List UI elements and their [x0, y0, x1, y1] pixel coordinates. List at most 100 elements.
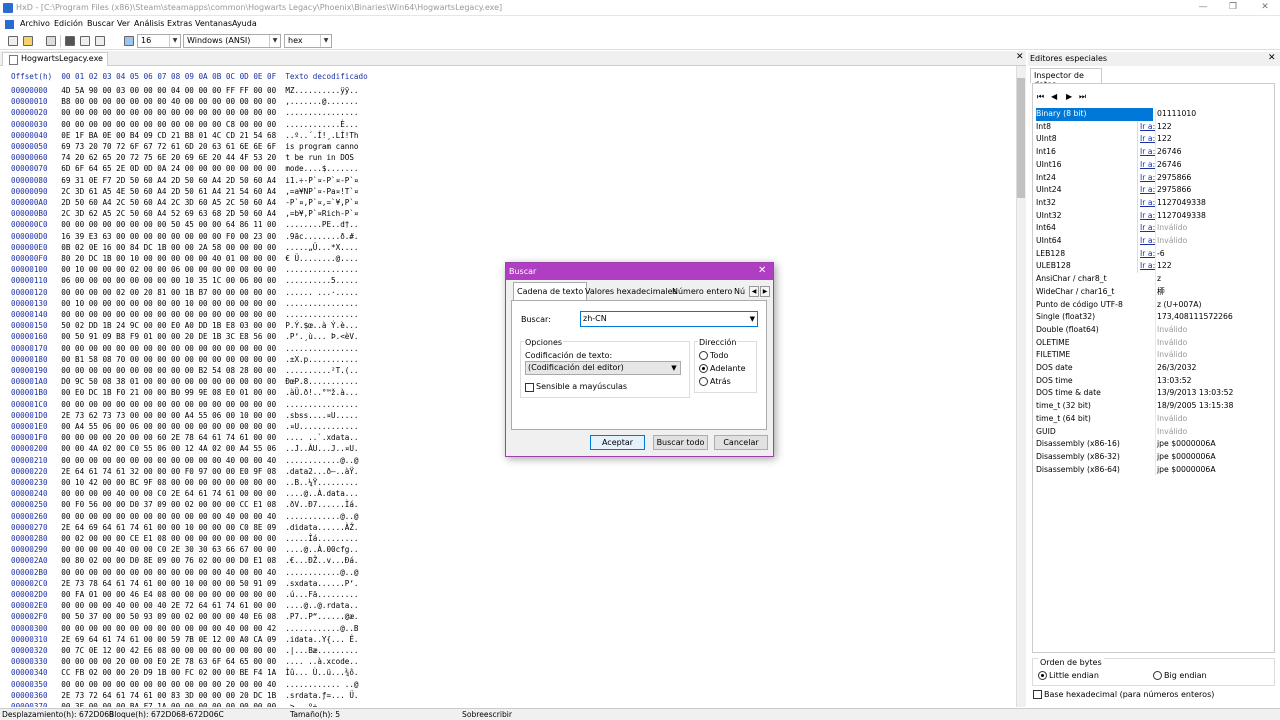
hex-row-bytes[interactable]: 4D 5A 90 00 03 00 00 00 04 00 00 00 FF F…	[61, 86, 276, 95]
hex-row-bytes[interactable]: 00 00 00 00 40 00 00 40 2E 72 64 61 74 6…	[61, 601, 276, 610]
inspector-row-value[interactable]: 桺	[1155, 285, 1165, 299]
hex-row-bytes[interactable]: 2C 3D 62 A5 2C 50 60 A4 52 69 63 68 2D 5…	[61, 209, 276, 218]
hex-row-text[interactable]: .....Îá.........	[285, 534, 358, 543]
hex-row-text[interactable]: .idata..Y{... Ê.	[285, 635, 358, 644]
tab-hex-values[interactable]: Valores hexadecimales	[582, 284, 680, 300]
hex-row-bytes[interactable]: 00 00 00 00 00 00 00 00 00 00 00 00 40 0…	[61, 512, 276, 521]
inspector-row[interactable]: Single (float32) 173,408111572266	[1033, 311, 1273, 324]
hex-row[interactable]: 00000200 00 00 4A 02 00 C0 55 06 00 12 4…	[11, 443, 359, 454]
hex-row[interactable]: 00000140 00 00 00 00 00 00 00 00 00 00 0…	[11, 309, 359, 320]
hex-row[interactable]: 00000370 00 3E 00 00 00 BA F7 1A 00 00 0…	[11, 701, 359, 707]
inspector-row-value[interactable]: z	[1155, 273, 1161, 286]
hex-row-bytes[interactable]: B8 00 00 00 00 00 00 00 40 00 00 00 00 0…	[61, 97, 276, 106]
hex-row-text[interactable]: -P`¤,P`¤,=`¥,P`¤	[285, 198, 358, 207]
hex-row-bytes[interactable]: 00 10 00 00 00 02 00 00 06 00 00 00 00 0…	[61, 265, 276, 274]
hex-row[interactable]: 000000C0 00 00 00 00 00 00 00 00 50 45 0…	[11, 219, 359, 230]
goto-link[interactable]: Ir a:	[1137, 158, 1155, 172]
menu-extras[interactable]: Extras	[164, 18, 195, 29]
hex-row-bytes[interactable]: 00 10 42 00 00 BC 9F 08 00 00 00 00 00 0…	[61, 478, 276, 487]
hex-row[interactable]: 00000070 6D 6F 64 65 2E 0D 0D 0A 24 00 0…	[11, 163, 359, 174]
inspector-row-value[interactable]: 01111010	[1155, 108, 1196, 121]
inspector-row[interactable]: UInt24 Ir a: 2975866	[1033, 184, 1273, 197]
inspector-row[interactable]: DOS time & date 13/9/2013 13:03:52	[1033, 387, 1273, 401]
hex-row-text[interactable]: ..........5.....	[285, 276, 358, 285]
hex-row[interactable]: 00000050 69 73 20 70 72 6F 67 72 61 6D 2…	[11, 141, 359, 152]
hex-row[interactable]: 00000220 2E 64 61 74 61 32 00 00 00 F0 9…	[11, 466, 359, 477]
hex-row-text[interactable]: .sxdata......P‘.	[285, 579, 358, 588]
hex-base-checkbox[interactable]	[1033, 690, 1042, 699]
hex-row-bytes[interactable]: 2E 64 69 64 61 74 61 00 00 10 00 00 00 C…	[61, 523, 276, 532]
hex-row-bytes[interactable]: 00 00 00 00 20 00 00 E0 2E 78 63 6F 64 6…	[61, 657, 276, 666]
hex-row[interactable]: 00000260 00 00 00 00 00 00 00 00 00 00 0…	[11, 511, 359, 522]
hex-row-text[interactable]: .... ..à.xcode..	[285, 657, 358, 666]
hex-row-text[interactable]: ............@..B	[285, 624, 358, 633]
hex-row-bytes[interactable]: 00 00 00 00 00 00 00 00 00 00 00 00 00 0…	[61, 108, 276, 117]
hex-row-bytes[interactable]: 00 50 37 00 00 50 93 09 00 02 00 00 00 4…	[61, 612, 276, 621]
hex-row[interactable]: 00000360 2E 73 72 64 61 74 61 00 83 3D 0…	[11, 690, 359, 701]
hex-row-text[interactable]: .±X.p...........	[285, 355, 358, 364]
hex-row-text[interactable]: ..J..ÀU...J..¤U.	[285, 444, 358, 453]
inspector-row[interactable]: UInt16 Ir a: 26746	[1033, 158, 1273, 172]
hex-row[interactable]: 000000A0 2D 50 60 A4 2C 50 60 A4 2C 3D 6…	[11, 197, 359, 208]
hex-row[interactable]: 00000080 69 31 0E F7 2D 50 60 A4 2D 50 6…	[11, 175, 359, 186]
inspector-row[interactable]: time_t (32 bit) 18/9/2005 13:15:38	[1033, 400, 1273, 413]
hex-row[interactable]: 00000320 00 7C 0E 12 00 42 E6 08 00 00 0…	[11, 645, 359, 656]
hex-row[interactable]: 00000000 4D 5A 90 00 03 00 00 00 04 00 0…	[11, 85, 359, 96]
inspector-row-value[interactable]: 26746	[1155, 146, 1181, 159]
find-all-button[interactable]: Buscar todo	[653, 435, 708, 450]
hex-row[interactable]: 00000010 B8 00 00 00 00 00 00 00 40 00 0…	[11, 96, 359, 107]
hex-row[interactable]: 00000240 00 00 00 00 40 00 00 C0 2E 64 6…	[11, 488, 359, 499]
hex-row[interactable]: 00000180 00 B1 58 08 70 00 00 00 00 00 0…	[11, 354, 359, 365]
accept-button[interactable]: Aceptar	[590, 435, 645, 450]
hex-row-bytes[interactable]: 00 FA 01 00 00 46 E4 08 00 00 00 00 00 0…	[61, 590, 276, 599]
hex-row-bytes[interactable]: 2E 73 62 73 73 00 00 00 00 A4 55 06 00 1…	[61, 411, 276, 420]
hex-row[interactable]: 000002F0 00 50 37 00 00 50 93 09 00 02 0…	[11, 611, 359, 622]
hex-row[interactable]: 00000160 00 50 91 09 B8 F9 01 00 00 20 D…	[11, 331, 359, 342]
hex-row-bytes[interactable]: 00 10 00 00 00 00 00 00 00 10 00 00 00 0…	[61, 299, 276, 308]
hex-row-bytes[interactable]: 50 02 DD 1B 24 9C 00 00 E0 A0 DD 1B E8 0…	[61, 321, 276, 330]
previous-icon[interactable]: ◀	[1051, 92, 1057, 101]
tab-scroll-left-icon[interactable]: ◀	[749, 286, 759, 297]
inspector-row[interactable]: Int8 Ir a: 122	[1033, 120, 1273, 134]
tab-scroll-right-icon[interactable]: ▶	[760, 286, 770, 297]
open-folder-icon[interactable]	[23, 36, 33, 46]
hex-row-text[interactable]: ............@..@	[285, 456, 358, 465]
hex-row-text[interactable]: ............ ..@	[285, 680, 358, 689]
hex-row-bytes[interactable]: 00 00 00 00 40 00 00 C0 2E 30 30 63 66 6…	[61, 545, 276, 554]
hex-row-bytes[interactable]: 00 00 00 00 00 00 00 00 00 00 B2 54 08 2…	[61, 366, 276, 375]
hex-row[interactable]: 000001E0 00 A4 55 06 00 06 00 00 00 00 0…	[11, 421, 359, 432]
goto-link[interactable]: Ir a:	[1137, 171, 1155, 185]
hex-row-bytes[interactable]: CC FB 02 00 00 20 D9 1B 00 FC 02 00 00 B…	[61, 668, 276, 677]
hex-row[interactable]: 00000310 2E 69 64 61 74 61 00 00 59 7B 0…	[11, 634, 359, 645]
goto-link[interactable]: Ir a:	[1137, 146, 1155, 159]
goto-link[interactable]: Ir a:	[1137, 209, 1155, 223]
save-icon[interactable]	[46, 36, 56, 46]
hex-row-text[interactable]: .... ..`.xdata..	[285, 433, 358, 442]
hex-row[interactable]: 000001F0 00 00 00 00 20 00 00 60 2E 78 6…	[11, 432, 359, 443]
hex-row-text[interactable]: .>...º÷.........	[285, 702, 358, 707]
inspector-row[interactable]: DOS time 13:03:52	[1033, 374, 1273, 388]
hex-row-bytes[interactable]: 00 00 00 00 00 00 00 00 00 00 00 00 20 0…	[61, 680, 276, 689]
hex-row-bytes[interactable]: 2C 3D 61 A5 4E 50 60 A4 2D 50 61 A4 21 5…	[61, 187, 276, 196]
close-icon[interactable]: ✕	[758, 265, 766, 276]
hex-row[interactable]: 00000110 06 00 00 00 00 00 00 00 00 10 3…	[11, 275, 359, 286]
properties-icon[interactable]	[80, 36, 90, 46]
hex-row-bytes[interactable]: 00 00 00 00 00 00 00 00 50 45 00 00 64 8…	[61, 220, 276, 229]
hex-row-text[interactable]: € Ü........@....	[285, 254, 358, 263]
inspector-row[interactable]: Punto de código UTF-8 z (U+007A)	[1033, 298, 1273, 312]
inspector-row[interactable]: UInt64 Ir a: Inválido	[1033, 235, 1273, 248]
inspector-row[interactable]: LEB128 Ir a: -6	[1033, 247, 1273, 261]
case-sensitive-checkbox[interactable]	[525, 383, 534, 392]
hex-row-bytes[interactable]: 00 50 91 09 B8 F9 01 00 00 20 DE 1B 3C E…	[61, 332, 276, 341]
hex-row-text[interactable]: .àÜ.ð!..°™ž.à...	[285, 388, 358, 397]
next-icon[interactable]: ▶	[1066, 92, 1072, 101]
charset-combo[interactable]: Windows (ANSI) ▼	[183, 34, 281, 48]
hex-row[interactable]: 000001C0 00 00 00 00 00 00 00 00 00 00 0…	[11, 399, 359, 410]
hex-row-text[interactable]: .€...ÐŽ..v...Ðá.	[285, 556, 358, 565]
hex-row-text[interactable]: ..º..´.Í!¸.LÍ!Th	[285, 131, 358, 140]
hex-row-text[interactable]: mode....$.......	[285, 164, 358, 173]
hex-row-bytes[interactable]: 06 00 00 00 00 00 00 00 00 10 35 1C 00 0…	[61, 276, 276, 285]
hex-row-text[interactable]: MZ..........ÿÿ..	[285, 86, 358, 95]
hex-row[interactable]: 000002D0 00 FA 01 00 00 46 E4 08 00 00 0…	[11, 589, 359, 600]
new-file-icon[interactable]	[8, 36, 18, 46]
